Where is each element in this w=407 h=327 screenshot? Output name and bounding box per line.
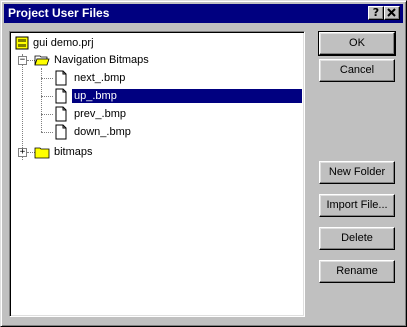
tree-item-label: down_.bmp <box>74 126 131 138</box>
tree-item-label: prev_.bmp <box>74 108 126 120</box>
tree-item-label: up_.bmp <box>72 89 302 103</box>
folder-icon <box>34 147 50 159</box>
tree-item-down-bmp[interactable]: down_.bmp <box>10 124 300 140</box>
import-file-button[interactable]: Import File... <box>319 194 395 217</box>
collapse-toggle[interactable]: − <box>18 56 27 65</box>
tree-item-label: Navigation Bitmaps <box>54 54 149 66</box>
tree-item-navigation-bitmaps[interactable]: − Navigation Bitmaps <box>10 52 300 68</box>
tree-item-up-bmp[interactable]: up_.bmp <box>10 88 302 104</box>
new-folder-button[interactable]: New Folder <box>319 161 395 184</box>
tree-item-bitmaps[interactable]: + bitmaps <box>10 144 300 160</box>
document-icon <box>55 70 67 86</box>
document-icon <box>55 88 67 104</box>
file-tree[interactable]: gui demo.prj − Navigation Bitmaps next_.… <box>9 31 305 317</box>
expand-toggle[interactable]: + <box>18 148 27 157</box>
tree-item-prev-bmp[interactable]: prev_.bmp <box>10 106 300 122</box>
delete-button[interactable]: Delete <box>319 227 395 250</box>
ok-button[interactable]: OK <box>318 31 396 56</box>
tree-item-label: bitmaps <box>54 146 93 158</box>
project-file-icon <box>15 36 29 50</box>
document-icon <box>55 124 67 140</box>
project-user-files-dialog: Project User Files ? gui demo.prj − Navi… <box>0 0 407 327</box>
help-button[interactable]: ? <box>368 6 384 20</box>
tree-item-next-bmp[interactable]: next_.bmp <box>10 70 300 86</box>
open-folder-icon <box>34 55 50 66</box>
close-icon <box>387 8 396 17</box>
close-button[interactable] <box>384 6 400 20</box>
rename-button[interactable]: Rename <box>319 260 395 283</box>
title-bar[interactable]: Project User Files ? <box>4 4 403 23</box>
document-icon <box>55 106 67 122</box>
tree-item-label: next_.bmp <box>74 72 126 84</box>
tree-item-project[interactable]: gui demo.prj <box>10 35 300 51</box>
tree-item-label: gui demo.prj <box>33 37 94 49</box>
dialog-title: Project User Files <box>8 6 110 20</box>
cancel-button[interactable]: Cancel <box>319 59 395 82</box>
